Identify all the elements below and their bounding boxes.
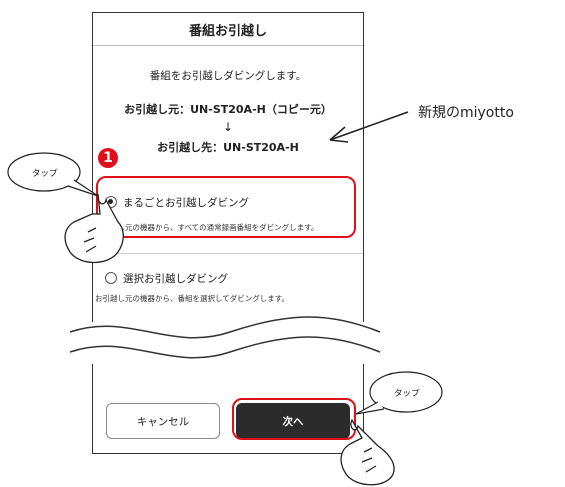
break-line-bottom bbox=[69, 336, 381, 359]
new-device-annotation: 新規のmiyotto bbox=[418, 105, 514, 121]
tap-hand-icon-2 bbox=[340, 418, 395, 486]
arrow-line bbox=[329, 111, 409, 141]
bubble-tail-1 bbox=[67, 179, 99, 197]
tap-label-2: タップ bbox=[394, 389, 420, 399]
annotation-layer bbox=[7, 111, 443, 486]
tap-label-1: タップ bbox=[32, 169, 58, 179]
break-line-top bbox=[69, 316, 381, 339]
tap-hand-icon-1 bbox=[64, 193, 124, 264]
